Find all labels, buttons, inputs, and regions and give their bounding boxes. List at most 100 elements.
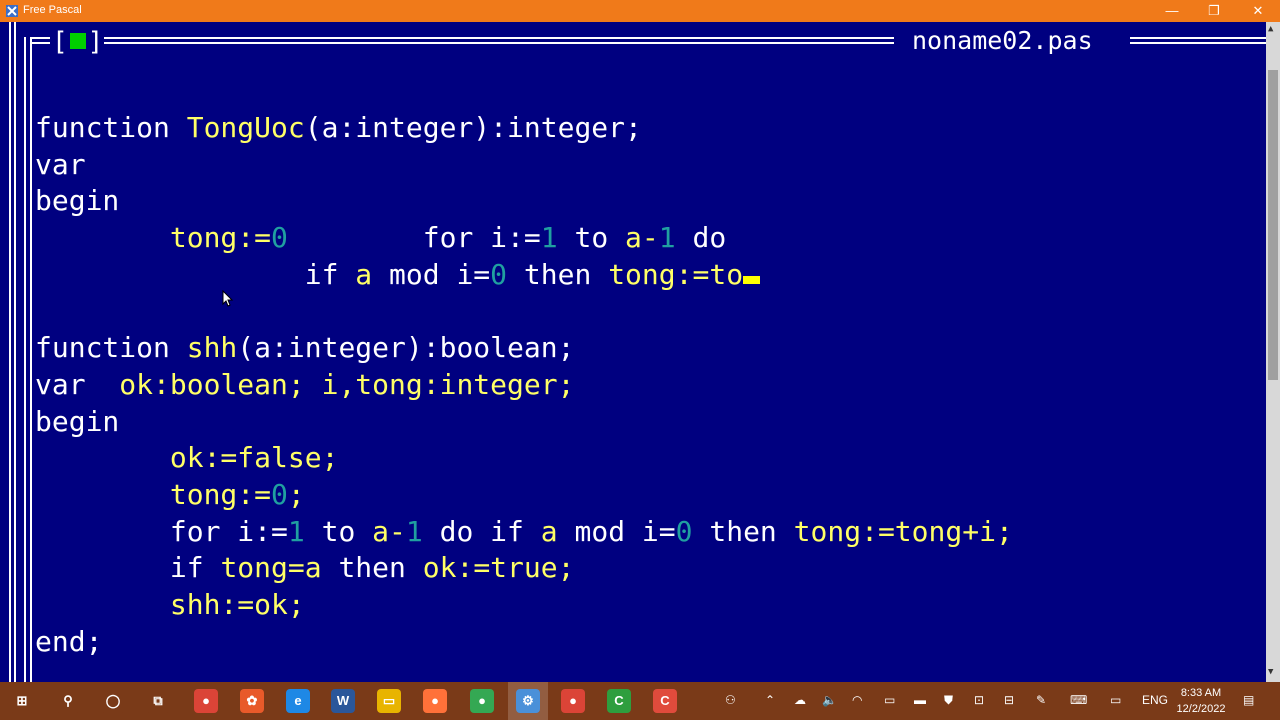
search-icon[interactable]: ⚲ — [56, 689, 80, 713]
code-token: 1 — [405, 514, 423, 548]
code-token: then — [507, 257, 609, 291]
window-title: Free Pascal — [23, 4, 82, 16]
code-line[interactable]: begin — [35, 404, 1013, 441]
frame-border — [30, 37, 50, 39]
people-icon[interactable]: ⚇ — [725, 693, 736, 707]
code-line[interactable]: function TongUoc(a:integer):integer; — [35, 110, 1013, 147]
scroll-up-icon[interactable]: ▲ — [1268, 24, 1273, 34]
code-token: 0 — [271, 478, 288, 512]
code-line[interactable]: ok:=false; — [35, 440, 1013, 477]
minimize-button[interactable]: — — [1150, 0, 1194, 22]
camtasia-icon[interactable]: C — [653, 689, 677, 713]
code-token: tong:= — [169, 478, 272, 512]
free-pascal-icon[interactable]: ⚙ — [516, 689, 540, 713]
clock[interactable]: 8:33 AM 12/2/2022 — [1176, 685, 1226, 717]
frame-border — [104, 42, 894, 44]
code-token: tong:=to — [608, 257, 744, 291]
code-token: begin — [35, 184, 120, 218]
code-token: function — [35, 331, 187, 365]
scrollbar-thumb[interactable] — [1268, 70, 1278, 380]
start-button[interactable]: ⊞ — [10, 689, 34, 713]
scroll-down-icon[interactable]: ▼ — [1268, 667, 1273, 677]
code-line[interactable]: tong:=0 for i:=1 to a-1 do — [35, 220, 1013, 257]
frame-border — [9, 22, 11, 682]
code-token: ok:=true; — [422, 551, 575, 585]
firefox-icon[interactable]: ● — [423, 689, 447, 713]
tray-app-icon[interactable]: ⊡ — [974, 693, 984, 707]
frame-border — [1130, 42, 1266, 44]
close-box-left-bracket: [ — [52, 27, 68, 57]
frame-border — [24, 37, 26, 682]
code-token: to — [557, 221, 626, 255]
code-line[interactable]: begin — [35, 183, 1013, 220]
frame-border — [14, 22, 16, 682]
code-token: then — [692, 514, 794, 548]
vertical-scrollbar[interactable]: ▲ ▼ — [1266, 22, 1280, 682]
code-token: ok:boolean; i,tong:integer; — [119, 367, 575, 401]
code-line[interactable] — [35, 294, 1013, 331]
code-token: var — [35, 147, 86, 181]
task-view-icon[interactable]: ⧉ — [146, 689, 170, 713]
pen-icon[interactable]: ✎ — [1036, 693, 1046, 707]
code-token: function — [35, 111, 187, 144]
code-line[interactable]: if tong=a then ok:=true; — [35, 550, 1013, 587]
cortana-icon[interactable]: ◯ — [101, 689, 125, 713]
close-button[interactable]: ✕ — [1236, 0, 1280, 22]
maximize-button[interactable]: ❐ — [1192, 0, 1236, 22]
shield-icon[interactable]: ⛊ — [944, 693, 953, 708]
file-title: noname02.pas — [912, 26, 1093, 55]
code-token: mod i= — [557, 514, 676, 548]
taskbar[interactable]: ⊞ ⚲ ◯ ⧉ ● ✿ e W ▭ ● ● ⚙ ● C C ⚇ ⌃ ☁ 🔈 ◠ ▭ ▬ ⛊ ⊡ ⊟ ✎ ⌨ … — [0, 682, 1280, 720]
code-token: then — [321, 551, 423, 585]
window-title-bar[interactable]: Free Pascal — ❐ ✕ — [0, 0, 1280, 22]
code-token: ; — [287, 478, 305, 512]
code-token: tong:=tong+i; — [793, 514, 1013, 548]
close-box-icon[interactable] — [69, 32, 86, 49]
codeblocks-icon[interactable]: C — [607, 689, 631, 713]
close-box-right-bracket: ] — [87, 27, 104, 57]
device-icon[interactable]: ▭ — [884, 693, 895, 707]
code-line[interactable]: function shh(a:integer):boolean; — [35, 330, 1013, 367]
chrome-icon[interactable]: ● — [194, 689, 218, 713]
code-token: 0 — [490, 257, 508, 291]
code-token: tong:= — [169, 221, 272, 255]
code-token: (a:integer):integer; — [304, 111, 642, 144]
code-token: 0 — [271, 221, 288, 255]
code-token: if — [35, 257, 356, 291]
free-pascal-app-icon — [6, 5, 18, 17]
code-area[interactable]: function TongUoc(a:integer):integer; var b… — [35, 110, 1013, 661]
chrome-2-icon[interactable]: ● — [561, 689, 585, 713]
language-indicator[interactable]: ENG — [1142, 693, 1168, 707]
chrome-user-icon[interactable]: ● — [470, 689, 494, 713]
code-token: (a:integer):boolean; — [237, 331, 575, 365]
app-icon[interactable]: ✿ — [240, 689, 264, 713]
code-line[interactable]: end; — [35, 624, 1013, 661]
battery-icon[interactable]: ▬ — [914, 693, 926, 707]
code-line[interactable]: tong:=0; — [35, 477, 1013, 514]
volume-icon[interactable]: 🔈 — [822, 693, 837, 707]
editor-close-box[interactable]: [] — [52, 27, 103, 57]
code-token: to — [304, 514, 373, 548]
code-line[interactable]: shh:=ok; — [35, 587, 1013, 624]
wifi-icon[interactable]: ◠ — [852, 693, 862, 707]
code-token: shh:=ok; — [169, 588, 305, 622]
code-token: end; — [35, 624, 103, 658]
touch-keyboard-icon[interactable]: ▭ — [1110, 693, 1121, 707]
network-tray-icon[interactable]: ☁ — [794, 693, 806, 707]
code-line[interactable]: var — [35, 147, 1013, 184]
tray-app-2-icon[interactable]: ⊟ — [1004, 693, 1014, 707]
code-token: a — [355, 257, 373, 291]
clock-date: 12/2/2022 — [1176, 703, 1226, 715]
code-token: if — [35, 551, 221, 585]
code-line[interactable]: var ok:boolean; i,tong:integer; — [35, 367, 1013, 404]
keyboard-icon[interactable]: ⌨ — [1070, 693, 1087, 707]
tray-chevron-icon[interactable]: ⌃ — [765, 693, 775, 707]
frame-border — [1130, 37, 1266, 39]
code-line[interactable]: for i:=1 to a-1 do if a mod i=0 then ton… — [35, 514, 1013, 551]
code-line[interactable]: if a mod i=0 then tong:=to — [35, 257, 1013, 294]
word-icon[interactable]: W — [331, 689, 355, 713]
edge-icon[interactable]: e — [286, 689, 310, 713]
notification-icon[interactable]: ▤ — [1243, 693, 1254, 707]
file-explorer-icon[interactable]: ▭ — [377, 689, 401, 713]
